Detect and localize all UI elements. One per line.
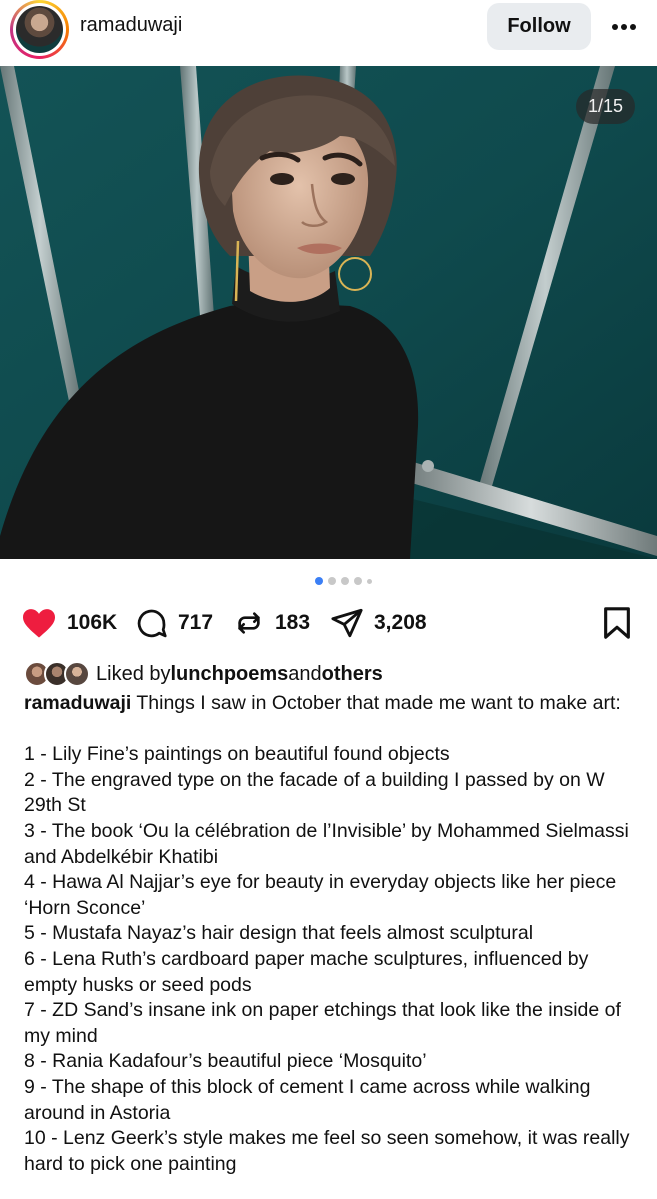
comment-icon (137, 609, 167, 637)
avatar-story-ring[interactable] (10, 0, 69, 59)
carousel-dot[interactable] (367, 578, 372, 584)
selfie-image (0, 66, 657, 559)
username[interactable]: ramaduwaji (80, 14, 182, 37)
carousel-dot[interactable] (354, 577, 362, 585)
ellipsis-icon (612, 24, 636, 30)
avatar[interactable] (13, 3, 66, 56)
liked-by-user[interactable]: lunchpoems (171, 663, 289, 686)
caption-item: 5 - Mustafa Nayaz’s hair design that fee… (24, 922, 534, 945)
post-actions: 106K 717 183 3,208 (0, 600, 657, 646)
avatar-image (16, 6, 63, 53)
liked-by-prefix: Liked by (96, 662, 171, 685)
post-header: ramaduwaji Follow (0, 0, 657, 66)
bookmark-icon (604, 607, 630, 639)
follow-button[interactable]: Follow (487, 3, 591, 50)
comment-count: 717 (178, 611, 214, 634)
repost-button[interactable]: 183 (233, 600, 310, 646)
like-count: 106K (67, 611, 118, 634)
send-icon (331, 608, 363, 638)
caption-item: 6 - Lena Ruth’s cardboard paper mache sc… (24, 947, 589, 996)
caption-username[interactable]: ramaduwaji (24, 692, 131, 714)
caption-item: 2 - The engraved type on the facade of a… (24, 768, 605, 817)
liked-by-row[interactable]: Liked by lunchpoems and others (24, 660, 383, 688)
carousel-dot[interactable] (341, 577, 349, 585)
carousel-dot[interactable] (328, 577, 336, 585)
carousel-dots (0, 575, 657, 587)
caption-item: 8 - Rania Kadafour’s beautiful piece ‘Mo… (24, 1050, 427, 1073)
share-count: 3,208 (374, 611, 427, 634)
comment-button[interactable]: 717 (135, 600, 213, 646)
heart-icon (23, 609, 55, 638)
liker-avatars (24, 661, 90, 687)
caption-intro: ramaduwaji Things I saw in October that … (24, 691, 639, 717)
caption-item: 7 - ZD Sand’s insane ink on paper etchin… (24, 999, 621, 1047)
post-photo[interactable]: 1/15 (0, 66, 657, 559)
caption-intro-text: Things I saw in October that made me wan… (131, 692, 621, 714)
post-caption: ramaduwaji Things I saw in October that … (24, 691, 639, 1177)
repost-icon (238, 612, 260, 634)
share-button[interactable]: 3,208 (330, 600, 427, 646)
repost-count: 183 (275, 611, 311, 634)
carousel-dot-active[interactable] (315, 577, 323, 585)
caption-item: 10 - Lenz Geerk’s style makes me feel so… (24, 1127, 630, 1175)
caption-item: 1 - Lily Fine’s paintings on beautiful f… (24, 743, 450, 766)
liked-by-and: and (288, 662, 322, 685)
save-button[interactable] (602, 600, 632, 646)
slide-counter: 1/15 (575, 89, 635, 124)
caption-item: 4 - Hawa Al Najjar’s eye for beauty in e… (24, 871, 617, 919)
caption-item: 9 - The shape of this block of cement I … (24, 1075, 591, 1124)
caption-item: 3 - The book ‘Ou la célébration de l’Inv… (24, 819, 629, 868)
more-options-button[interactable] (606, 10, 642, 44)
liked-by-others[interactable]: others (322, 663, 383, 686)
like-button[interactable]: 106K (21, 600, 117, 646)
avatar (64, 661, 90, 687)
